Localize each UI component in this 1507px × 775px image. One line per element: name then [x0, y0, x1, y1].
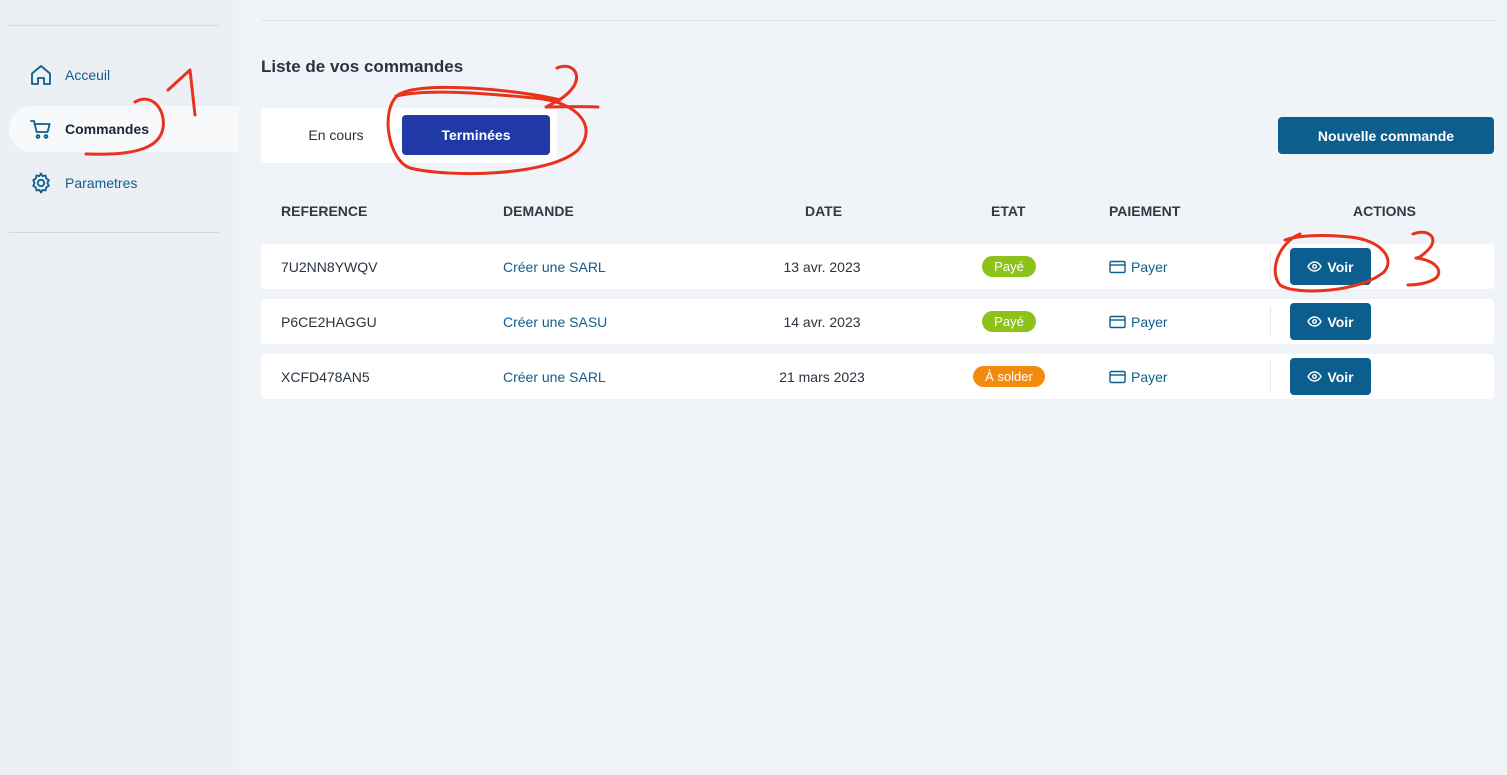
status-badge: Payé — [982, 311, 1036, 332]
sidebar-item-label: Parametres — [65, 175, 138, 191]
order-reference: P6CE2HAGGU — [281, 313, 377, 330]
cart-icon — [29, 117, 53, 141]
pay-label: Payer — [1131, 258, 1168, 275]
order-reference: XCFD478AN5 — [281, 368, 370, 385]
sidebar-item-label: Commandes — [65, 121, 150, 137]
table-row: 7U2NN8YWQV Créer une SARL 13 avr. 2023 P… — [261, 244, 1494, 289]
sidebar-divider-bottom — [9, 232, 219, 233]
header-divider — [261, 20, 1494, 21]
order-date: 21 mars 2023 — [779, 368, 865, 385]
actions-divider — [1270, 361, 1271, 392]
status-tabs: En cours Terminées — [261, 108, 557, 163]
pay-link[interactable]: Payer — [1109, 354, 1168, 399]
sidebar-item-label: Acceuil — [65, 67, 111, 83]
home-icon — [29, 63, 53, 87]
eye-icon — [1307, 316, 1323, 327]
order-date: 14 avr. 2023 — [783, 313, 861, 330]
view-button[interactable]: Voir — [1290, 358, 1371, 395]
view-label: Voir — [1327, 258, 1354, 275]
order-status: Payé — [961, 244, 1057, 289]
order-date: 13 avr. 2023 — [783, 258, 861, 275]
credit-card-icon — [1109, 260, 1126, 274]
status-badge: Payé — [982, 256, 1036, 277]
annotation-number-2 — [544, 64, 600, 109]
status-badge: À solder — [973, 366, 1045, 387]
order-request-link[interactable]: Créer une SASU — [503, 299, 607, 344]
table-row: P6CE2HAGGU Créer une SASU 14 avr. 2023 P… — [261, 299, 1494, 344]
view-label: Voir — [1327, 368, 1354, 385]
column-header-demande: DEMANDE — [503, 203, 574, 219]
new-order-button[interactable]: Nouvelle commande — [1278, 117, 1494, 154]
column-header-actions: ACTIONS — [1353, 203, 1416, 219]
pay-label: Payer — [1131, 368, 1168, 385]
sidebar: Acceuil Commandes Parametres — [0, 0, 239, 775]
pay-label: Payer — [1131, 313, 1168, 330]
view-label: Voir — [1327, 313, 1354, 330]
gear-icon — [29, 171, 53, 195]
view-button[interactable]: Voir — [1290, 248, 1371, 285]
eye-icon — [1307, 261, 1323, 272]
tab-en-cours[interactable]: En cours — [261, 115, 411, 155]
credit-card-icon — [1109, 315, 1126, 329]
sidebar-item-parametres[interactable]: Parametres — [9, 160, 239, 206]
column-header-date: DATE — [805, 203, 843, 219]
order-status: À solder — [961, 354, 1057, 399]
tab-terminees[interactable]: Terminées — [402, 115, 550, 155]
credit-card-icon — [1109, 370, 1126, 384]
column-header-reference: REFERENCE — [281, 203, 368, 219]
column-header-paiement: PAIEMENT — [1109, 203, 1181, 219]
order-request-link[interactable]: Créer une SARL — [503, 354, 606, 399]
eye-icon — [1307, 371, 1323, 382]
sidebar-item-commandes[interactable]: Commandes — [9, 106, 239, 152]
sidebar-divider-top — [9, 25, 219, 26]
page-title: Liste de vos commandes — [261, 57, 464, 76]
actions-divider — [1270, 251, 1271, 282]
table-row: XCFD478AN5 Créer une SARL 21 mars 2023 À… — [261, 354, 1494, 399]
sidebar-item-acceuil[interactable]: Acceuil — [9, 52, 239, 98]
order-reference: 7U2NN8YWQV — [281, 258, 378, 275]
actions-divider — [1270, 306, 1271, 337]
pay-link[interactable]: Payer — [1109, 299, 1168, 344]
pay-link[interactable]: Payer — [1109, 244, 1168, 289]
column-header-etat: ETAT — [991, 203, 1026, 219]
order-status: Payé — [961, 299, 1057, 344]
view-button[interactable]: Voir — [1290, 303, 1371, 340]
order-request-link[interactable]: Créer une SARL — [503, 244, 606, 289]
